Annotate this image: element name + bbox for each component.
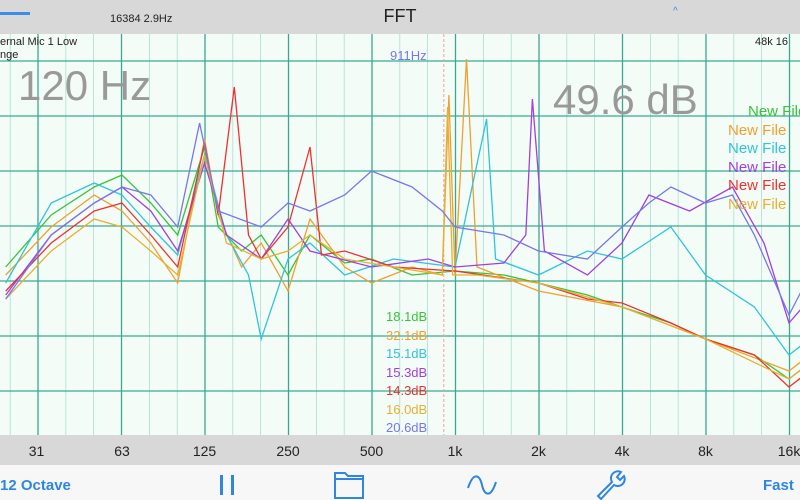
cursor-frequency: 911Hz (390, 48, 427, 63)
legend-entry[interactable]: New File (728, 122, 786, 139)
series-db-value: 18.1dB (386, 309, 428, 324)
bottom-toolbar (0, 465, 800, 500)
legend-entry[interactable]: New File (728, 140, 786, 157)
folder-icon[interactable] (332, 470, 366, 500)
octave-button[interactable]: 12 Octave (0, 477, 71, 494)
input-label-2: nge (0, 49, 19, 61)
x-tick-label: 31 (28, 443, 45, 459)
series-db-value: 20.6dB (386, 420, 428, 435)
series-db-value: 15.3dB (386, 364, 428, 380)
x-tick-label: 4k (614, 443, 630, 459)
legend-entry[interactable]: New File (728, 159, 786, 176)
legend-entry[interactable]: New File (728, 177, 786, 194)
legend-entry[interactable]: New File (748, 103, 800, 120)
x-tick-label: 125 (192, 443, 217, 459)
input-label[interactable]: ernal Mic 1 Low (0, 36, 77, 48)
wrench-icon[interactable] (594, 468, 628, 500)
frequency-readout: 120 Hz (18, 62, 152, 109)
level-readout: 49.6 dB (553, 76, 698, 123)
pause-icon[interactable] (216, 472, 240, 498)
series-db-value: 32.1dB (386, 327, 428, 343)
top-bar: 16384 2.9Hz FFT ^ (0, 0, 800, 34)
speed-button[interactable]: Fast (763, 477, 794, 494)
x-tick-label: 1k (447, 443, 463, 459)
waveform-icon[interactable] (466, 472, 498, 498)
x-tick-label: 63 (114, 443, 130, 459)
x-tick-label: 8k (698, 443, 713, 459)
x-tick-label: 250 (276, 443, 300, 459)
series-db-value: 15.1dB (386, 346, 428, 361)
x-tick-label: 2k (531, 443, 546, 459)
series-db-value: 14.3dB (386, 383, 428, 398)
legend-entry[interactable]: New File (728, 196, 786, 213)
sample-rate: 48k 16 (755, 36, 789, 48)
page-title: FFT (383, 6, 417, 26)
x-tick-label: 16k (777, 443, 800, 459)
series-db-value: 16.0dB (386, 401, 428, 417)
x-tick-label: 500 (359, 443, 384, 459)
caret-up-icon[interactable]: ^ (673, 6, 678, 17)
